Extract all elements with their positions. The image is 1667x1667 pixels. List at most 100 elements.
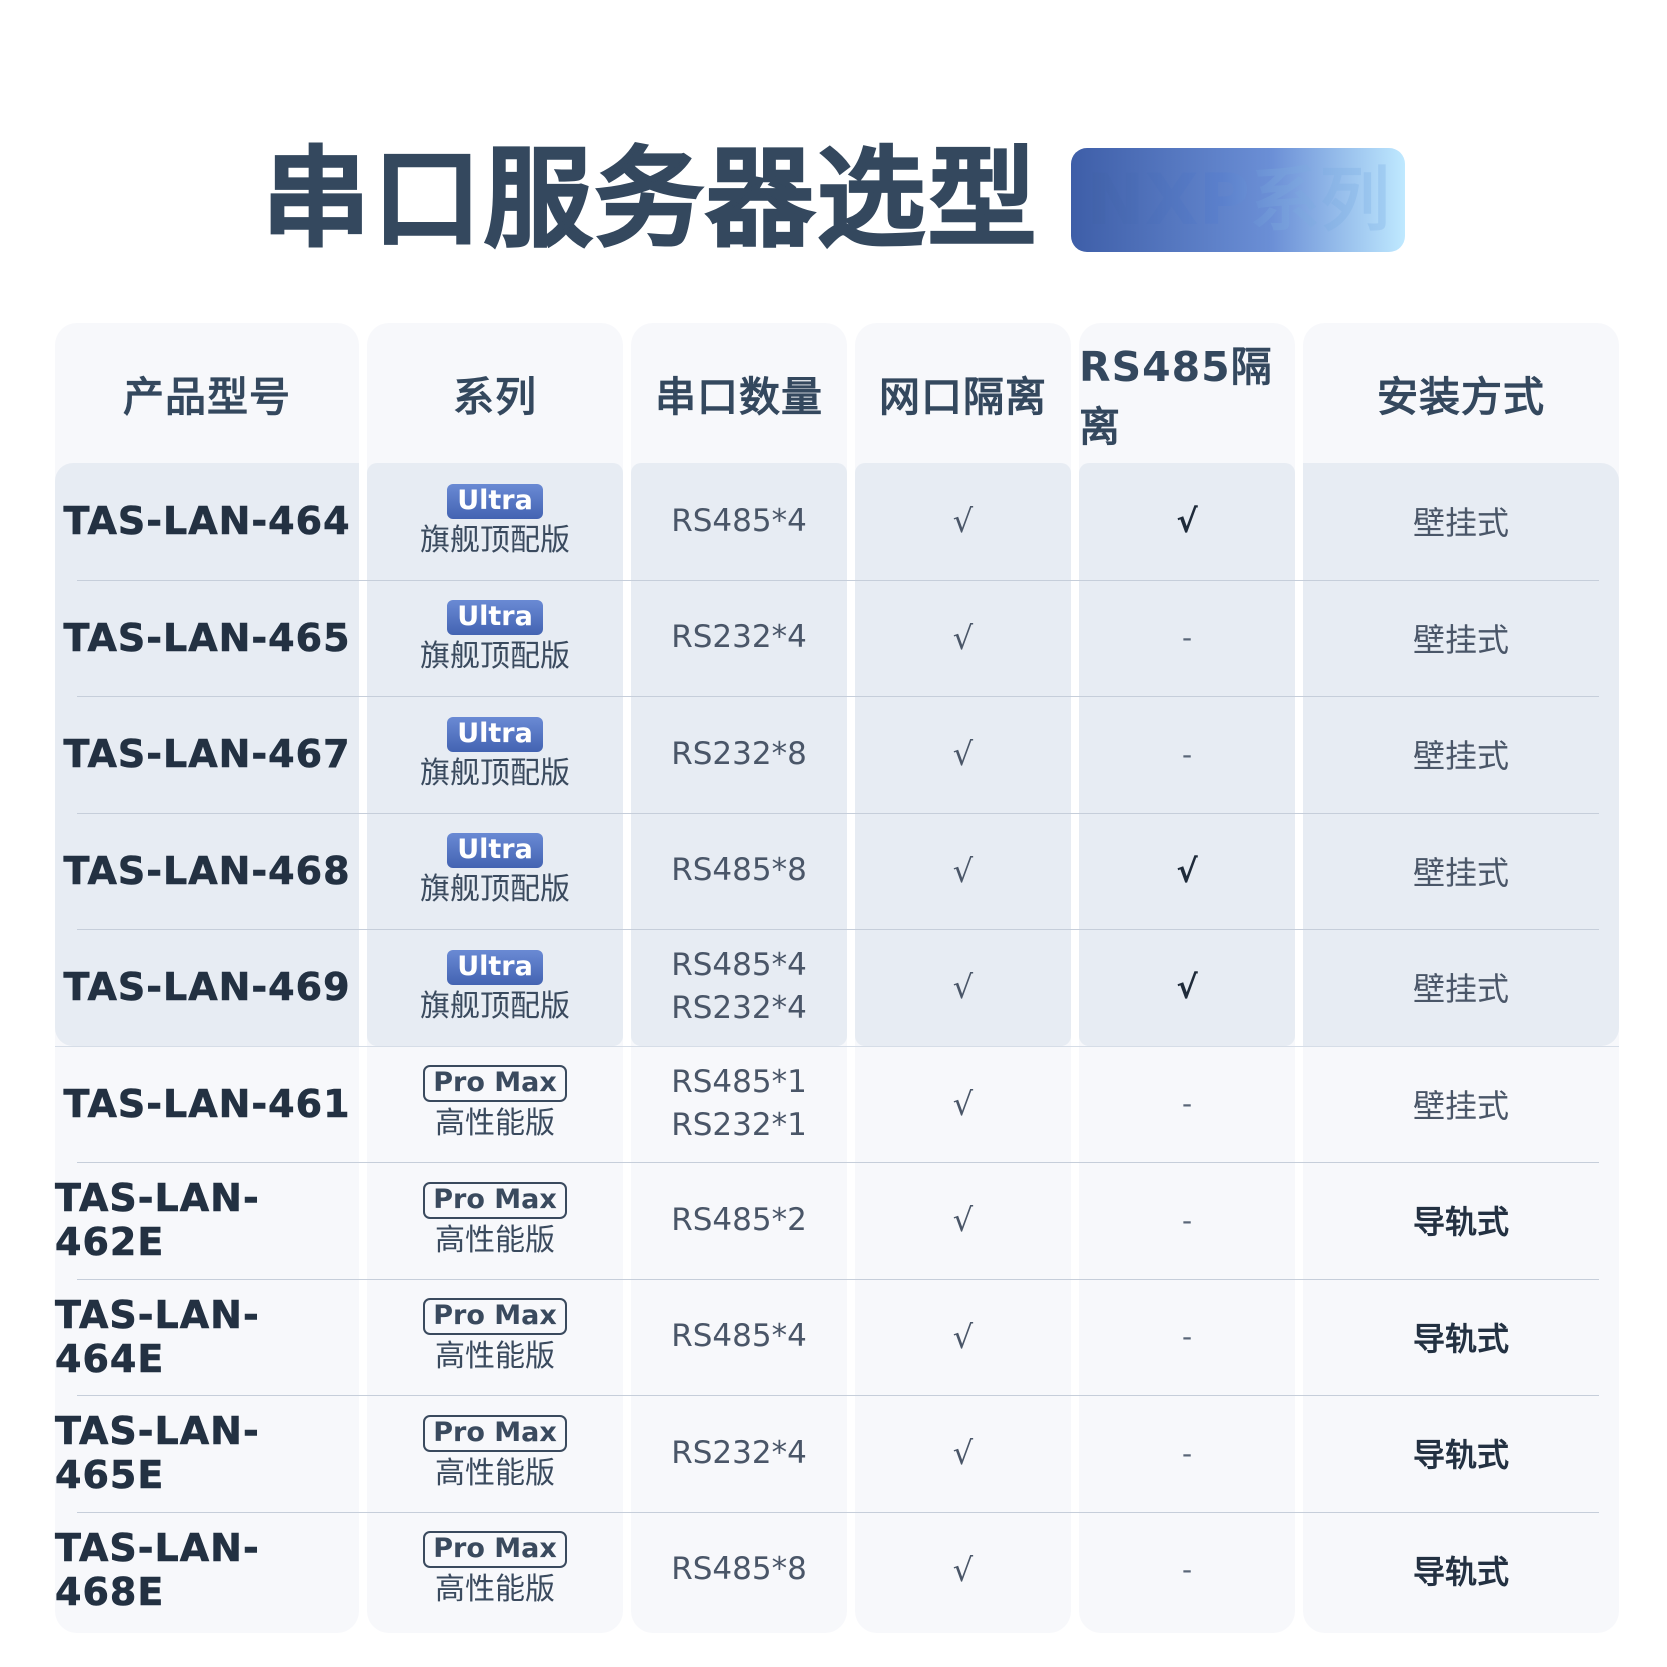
series-edition: 高性能版 xyxy=(435,1222,555,1258)
port-spec: RS485*8 xyxy=(671,1551,807,1588)
check-icon: √ xyxy=(952,1084,974,1123)
port-spec: RS485*4 xyxy=(671,1318,807,1355)
table-row: TAS-LAN-469 Ultra 旗舰顶配版 RS485*4 RS232*4 √ √ 壁挂式 xyxy=(55,929,1619,1046)
ultra-badge: Ultra xyxy=(447,600,543,636)
cell-mount: 壁挂式 xyxy=(1303,463,1619,580)
check-icon: √ xyxy=(952,1201,974,1240)
table-row: TAS-LAN-465E Pro Max 高性能版 RS232*4 √ - 导轨式 xyxy=(55,1395,1619,1512)
series-badge-frame: NXP系列 xyxy=(1071,148,1405,252)
pro-max-badge: Pro Max xyxy=(423,1181,567,1219)
series-edition: 旗舰顶配版 xyxy=(420,872,570,908)
check-icon: √ xyxy=(952,1317,974,1356)
mount-type: 导轨式 xyxy=(1412,1203,1509,1242)
table-row: TAS-LAN-468E Pro Max 高性能版 RS485*8 √ - 导轨式 xyxy=(55,1512,1619,1629)
ultra-badge: Ultra xyxy=(447,949,543,985)
cell-rs485-isolation: - xyxy=(1079,1279,1295,1396)
cell-net-isolation: √ xyxy=(855,1279,1071,1396)
cell-net-isolation: √ xyxy=(855,1512,1071,1629)
model-name: TAS-LAN-468 xyxy=(63,848,351,893)
cell-mount: 导轨式 xyxy=(1303,1279,1619,1396)
mount-type: 壁挂式 xyxy=(1412,620,1509,659)
cell-mount: 壁挂式 xyxy=(1303,1046,1619,1163)
check-icon: √ xyxy=(952,1550,974,1589)
cell-net-isolation: √ xyxy=(855,1395,1071,1512)
header-model: 产品型号 xyxy=(123,373,291,421)
model-name: TAS-LAN-467 xyxy=(63,732,351,777)
series-edition: 高性能版 xyxy=(435,1572,555,1608)
page-title: 串口服务器选型 xyxy=(261,137,1039,262)
title-bar: 串口服务器选型 NXP系列 xyxy=(0,140,1667,260)
check-icon: √ xyxy=(952,502,974,541)
cell-series: Ultra 旗舰顶配版 xyxy=(367,463,623,580)
mount-type: 壁挂式 xyxy=(1412,853,1509,892)
cell-rs485-isolation: - xyxy=(1079,1162,1295,1279)
cell-rs485-isolation: - xyxy=(1079,1046,1295,1163)
dash-mark: - xyxy=(1181,1320,1193,1354)
check-icon: √ xyxy=(1176,502,1198,541)
series-edition: 旗舰顶配版 xyxy=(420,988,570,1024)
cell-ports: RS485*8 xyxy=(631,813,847,930)
pro-max-badge: Pro Max xyxy=(423,1298,567,1336)
port-spec: RS232*4 xyxy=(671,619,807,656)
model-name: TAS-LAN-464 xyxy=(63,499,351,544)
cell-ports: RS485*4 RS232*4 xyxy=(631,929,847,1046)
cell-net-isolation: √ xyxy=(855,463,1071,580)
cell-series: Pro Max 高性能版 xyxy=(367,1279,623,1396)
check-icon: √ xyxy=(1176,968,1198,1007)
cell-model: TAS-LAN-468E xyxy=(55,1512,359,1629)
cell-series: Ultra 旗舰顶配版 xyxy=(367,929,623,1046)
cell-mount: 导轨式 xyxy=(1303,1162,1619,1279)
series-edition: 高性能版 xyxy=(435,1339,555,1375)
header-rs485-isolation: RS485隔离 xyxy=(1079,343,1273,451)
cell-mount: 壁挂式 xyxy=(1303,696,1619,813)
pro-max-badge: Pro Max xyxy=(423,1531,567,1569)
cell-rs485-isolation: - xyxy=(1079,1512,1295,1629)
mount-type: 导轨式 xyxy=(1412,1319,1509,1358)
dash-mark: - xyxy=(1181,1203,1193,1237)
cell-rs485-isolation: √ xyxy=(1079,463,1295,580)
mount-type: 壁挂式 xyxy=(1412,1086,1509,1125)
series-edition: 高性能版 xyxy=(435,1106,555,1142)
cell-model: TAS-LAN-469 xyxy=(55,929,359,1046)
cell-rs485-isolation: - xyxy=(1079,580,1295,697)
check-icon: √ xyxy=(952,735,974,774)
cell-net-isolation: √ xyxy=(855,929,1071,1046)
cell-ports: RS485*8 xyxy=(631,1512,847,1629)
pro-max-badge: Pro Max xyxy=(423,1414,567,1452)
check-icon: √ xyxy=(952,1434,974,1473)
cell-ports: RS232*4 xyxy=(631,580,847,697)
table-row: TAS-LAN-465 Ultra 旗舰顶配版 RS232*4 √ - 壁挂式 xyxy=(55,580,1619,697)
port-spec: RS485*8 xyxy=(671,852,807,889)
series-edition: 旗舰顶配版 xyxy=(420,639,570,675)
header-net-isolation: 网口隔离 xyxy=(879,373,1047,421)
dash-mark: - xyxy=(1181,1087,1193,1121)
header-ports: 串口数量 xyxy=(655,373,823,421)
dash-mark: - xyxy=(1181,1436,1193,1470)
cell-ports: RS232*4 xyxy=(631,1395,847,1512)
series-edition: 高性能版 xyxy=(435,1455,555,1491)
cell-model: TAS-LAN-465 xyxy=(55,580,359,697)
cell-model: TAS-LAN-465E xyxy=(55,1395,359,1512)
cell-rs485-isolation: - xyxy=(1079,696,1295,813)
model-name: TAS-LAN-464E xyxy=(55,1292,260,1381)
cell-ports: RS232*8 xyxy=(631,696,847,813)
port-spec: RS232*4 xyxy=(671,1434,807,1471)
cell-ports: RS485*4 xyxy=(631,463,847,580)
series-edition: 旗舰顶配版 xyxy=(420,755,570,791)
cell-model: TAS-LAN-461 xyxy=(55,1046,359,1163)
table-row: TAS-LAN-462E Pro Max 高性能版 RS485*2 √ - 导轨式 xyxy=(55,1162,1619,1279)
pro-max-badge: Pro Max xyxy=(423,1065,567,1103)
port-spec: RS232*1 xyxy=(671,1106,807,1143)
cell-net-isolation: √ xyxy=(855,1046,1071,1163)
header-series: 系列 xyxy=(453,373,537,421)
mount-type: 壁挂式 xyxy=(1412,970,1509,1009)
model-name: TAS-LAN-461 xyxy=(63,1081,351,1126)
dash-mark: - xyxy=(1181,737,1193,771)
port-spec: RS485*2 xyxy=(671,1201,807,1238)
cell-rs485-isolation: - xyxy=(1079,1395,1295,1512)
selection-table: 产品型号 系列 串口数量 网口隔离 RS485隔离 安装方式 TAS-LAN-4… xyxy=(55,323,1619,1633)
header-mount: 安装方式 xyxy=(1377,373,1545,421)
dash-mark: - xyxy=(1181,1553,1193,1587)
cell-series: Ultra 旗舰顶配版 xyxy=(367,580,623,697)
cell-series: Pro Max 高性能版 xyxy=(367,1046,623,1163)
